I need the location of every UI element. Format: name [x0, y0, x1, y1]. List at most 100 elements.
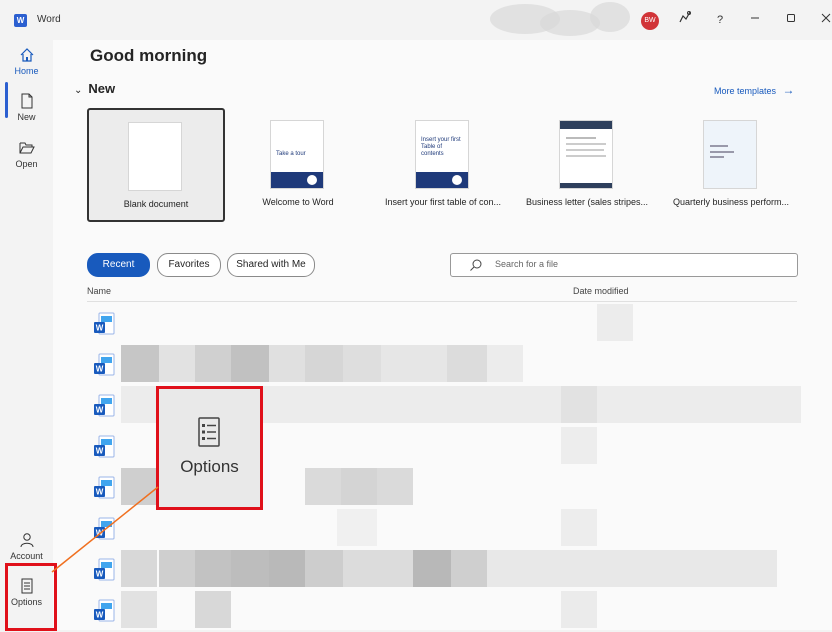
search-icon	[470, 259, 482, 271]
word-file-icon: W	[94, 312, 115, 335]
redacted-block	[121, 591, 157, 628]
word-file-icon: W	[94, 476, 115, 499]
nav-item-new[interactable]: New	[0, 93, 53, 122]
redacted-block	[305, 468, 341, 505]
thumbnail-stripe	[560, 183, 612, 188]
options-callout: Options	[156, 386, 263, 510]
redacted-block	[561, 427, 597, 464]
svg-text:W: W	[96, 324, 104, 333]
thumbnail-line	[566, 155, 606, 157]
background-decoration	[590, 2, 630, 32]
maximize-icon[interactable]	[781, 10, 801, 30]
redacted-block	[561, 386, 597, 423]
redacted-block	[487, 345, 523, 382]
nav-label-account: Account	[10, 551, 43, 561]
search-input[interactable]: Search for a file	[450, 253, 798, 277]
svg-text:W: W	[96, 488, 104, 497]
redacted-block	[341, 468, 377, 505]
thumbnail-text: Insert your first Table of contents	[421, 137, 461, 157]
greeting-heading: Good morning	[90, 46, 208, 65]
template-blank-document[interactable]: Blank document	[87, 108, 225, 222]
redacted-block	[447, 345, 487, 382]
word-logo-icon: W	[14, 14, 27, 27]
thumbnail-stripe	[560, 121, 612, 129]
file-row[interactable]: W	[87, 304, 797, 345]
template-thumbnail: Take a tour	[270, 120, 324, 189]
arrow-icon	[307, 175, 317, 185]
thumbnail-line	[566, 137, 596, 139]
home-icon	[20, 48, 33, 62]
redacted-block	[195, 550, 231, 587]
thumbnail-background	[704, 121, 756, 188]
thumbnail-line	[710, 156, 724, 158]
redacted-block	[121, 468, 157, 505]
template-business-letter[interactable]: Business letter (sales stripes...	[520, 108, 654, 218]
options-icon	[198, 417, 220, 447]
help-icon[interactable]: ?	[710, 10, 730, 30]
coauthor-icon[interactable]	[675, 10, 695, 30]
file-row[interactable]: W	[87, 345, 797, 386]
redacted-block	[269, 345, 305, 382]
redacted-block	[413, 550, 451, 587]
thumbnail-line	[566, 143, 606, 145]
word-file-icon: W	[94, 394, 115, 417]
new-section-header[interactable]: ⌄ New	[74, 81, 115, 96]
close-icon[interactable]	[816, 10, 832, 30]
options-highlight-box	[5, 563, 57, 631]
nav-label-new: New	[17, 112, 36, 122]
template-quarterly-business[interactable]: Quarterly business perform...	[664, 108, 798, 218]
column-header-name[interactable]: Name	[87, 286, 111, 296]
folder-open-icon	[19, 142, 35, 154]
redacted-block	[381, 345, 447, 382]
svg-text:W: W	[96, 365, 104, 374]
more-templates-label: More templates	[714, 86, 777, 96]
template-thumbnail	[703, 120, 757, 189]
arrow-right-icon: →	[782, 83, 795, 97]
nav-item-open[interactable]: Open	[0, 140, 53, 169]
more-templates-link[interactable]: More templates →	[714, 83, 795, 97]
svg-text:W: W	[96, 529, 104, 538]
search-placeholder: Search for a file	[495, 259, 559, 269]
left-nav: Home New Open Account Options	[0, 40, 53, 630]
redacted-block	[343, 550, 413, 587]
thumbnail-footer	[416, 172, 468, 188]
redacted-block	[377, 468, 413, 505]
redacted-block	[597, 304, 633, 341]
word-file-icon: W	[94, 517, 115, 540]
redacted-block	[343, 345, 381, 382]
template-table-of-contents[interactable]: Insert your first Table of contents Inse…	[376, 108, 510, 218]
tab-favorites[interactable]: Favorites	[157, 253, 221, 277]
file-row[interactable]: W	[87, 591, 797, 632]
redacted-block	[195, 345, 231, 382]
redacted-block	[561, 591, 597, 628]
app-title: Word	[37, 14, 61, 25]
template-thumbnail: Insert your first Table of contents	[415, 120, 469, 189]
template-label: Welcome to Word	[262, 197, 334, 207]
redacted-block	[305, 345, 343, 382]
column-header-date[interactable]: Date modified	[573, 286, 629, 296]
redacted-block	[487, 550, 777, 587]
thumbnail-text: Take a tour	[276, 151, 306, 157]
redacted-block	[561, 509, 597, 546]
template-welcome-to-word[interactable]: Take a tour Welcome to Word	[231, 108, 365, 218]
redacted-block	[231, 345, 269, 382]
avatar[interactable]: BW	[641, 12, 659, 30]
nav-item-account[interactable]: Account	[0, 532, 53, 561]
minimize-icon[interactable]	[745, 10, 765, 30]
nav-item-home[interactable]: Home	[0, 47, 53, 76]
tab-recent[interactable]: Recent	[87, 253, 150, 277]
word-file-icon: W	[94, 435, 115, 458]
thumbnail-line	[566, 149, 604, 151]
nav-label-home: Home	[14, 66, 39, 76]
template-thumbnail	[128, 122, 182, 191]
new-document-icon	[21, 93, 32, 109]
template-label: Blank document	[123, 199, 189, 209]
redacted-block	[159, 550, 195, 587]
svg-text:W: W	[96, 570, 104, 579]
template-label: Business letter (sales stripes...	[525, 197, 649, 207]
file-row[interactable]: W	[87, 509, 797, 550]
word-file-icon: W	[94, 599, 115, 622]
thumbnail-line	[710, 151, 734, 153]
file-row[interactable]: W	[87, 550, 797, 591]
tab-shared-with-me[interactable]: Shared with Me	[227, 253, 315, 277]
